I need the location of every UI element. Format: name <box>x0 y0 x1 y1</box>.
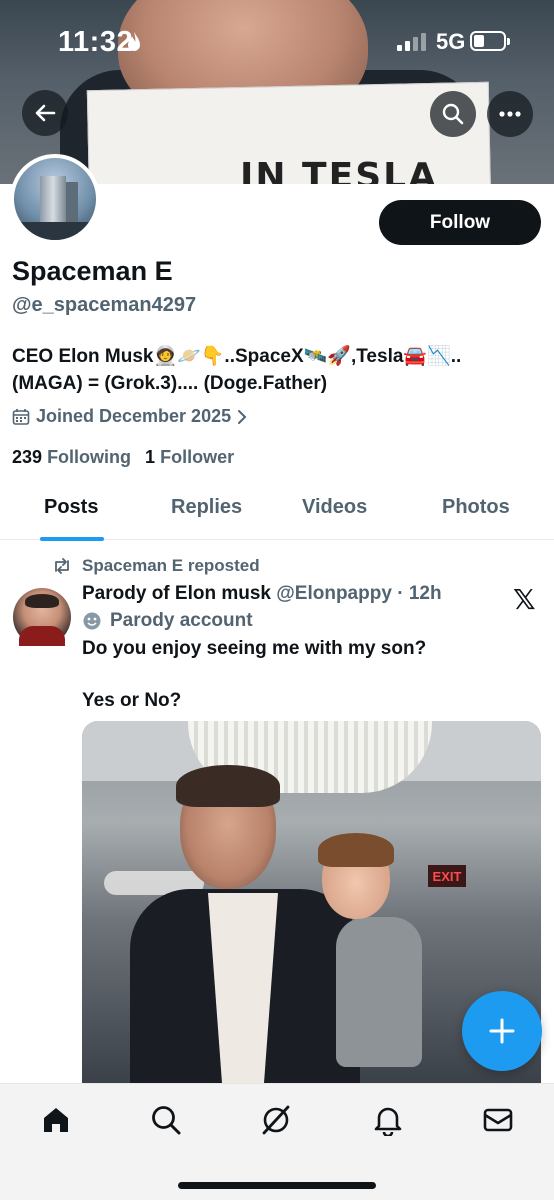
banner-sign-text: IN TESLA <box>240 156 438 184</box>
profile-name: Spaceman E <box>12 256 173 286</box>
nav-grok[interactable] <box>256 1100 296 1140</box>
tab-videos[interactable]: Videos <box>302 496 367 519</box>
home-icon <box>44 1108 68 1132</box>
joined-label: Joined December 2025 <box>36 406 232 426</box>
profile-handle: @e_spaceman4297 <box>12 294 197 316</box>
profile-avatar[interactable] <box>10 154 100 244</box>
status-bar: 11:32 5G <box>0 0 554 80</box>
tab-photos[interactable]: Photos <box>442 496 510 519</box>
signal-icon <box>397 33 426 51</box>
envelope-icon <box>483 1108 513 1132</box>
active-tab-indicator <box>40 537 104 541</box>
home-indicator <box>178 1182 376 1189</box>
following-count: 239 <box>12 447 43 467</box>
following-link[interactable]: 239 Following <box>12 447 131 468</box>
profile-tabs: Posts Replies Videos Photos <box>0 486 554 541</box>
parody-label: Parody account <box>110 610 253 631</box>
media-kid-body <box>336 917 422 1067</box>
media-kid-hair <box>318 833 394 867</box>
post-separator: · <box>397 583 404 604</box>
follow-button[interactable]: Follow <box>379 200 541 245</box>
bottom-nav <box>0 1083 554 1200</box>
followers-count: 1 <box>145 447 156 467</box>
status-time: 11:32 <box>58 26 134 58</box>
search-button[interactable] <box>430 91 476 137</box>
more-dots-icon <box>499 111 521 117</box>
grok-icon <box>262 1105 290 1135</box>
post-time[interactable]: 12h <box>409 583 442 604</box>
battery-icon <box>470 31 510 51</box>
parody-badge: Parody account <box>82 610 253 632</box>
search-icon <box>152 1106 181 1135</box>
avatar-body <box>19 626 65 646</box>
nav-home[interactable] <box>36 1100 76 1140</box>
more-button[interactable] <box>487 91 533 137</box>
post-author-avatar[interactable] <box>13 588 71 646</box>
repost-icon <box>55 558 69 574</box>
profile-bio: CEO Elon Musk🧑‍🚀🪐👇..SpaceX🛰️🚀,Tesla🚘📉.. … <box>12 346 462 394</box>
x-logo-icon[interactable]: 𝕏 <box>513 583 536 616</box>
followers-link[interactable]: 1 Follower <box>145 447 234 468</box>
media-man-hair <box>176 765 280 807</box>
calendar-icon <box>12 408 30 425</box>
following-label: Following <box>47 447 132 467</box>
post-text: Do you enjoy seeing me with my son? Yes … <box>82 638 427 711</box>
follow-counts: 239 Following 1 Follower <box>12 447 234 468</box>
avatar-ground <box>14 222 96 240</box>
activity-icon <box>126 31 142 58</box>
chevron-right-icon <box>238 409 247 424</box>
joined-date[interactable]: Joined December 2025 <box>12 406 247 427</box>
tab-replies[interactable]: Replies <box>171 496 242 519</box>
network-type: 5G <box>436 29 466 54</box>
post-author-handle[interactable]: @Elonpappy <box>276 583 392 604</box>
search-icon <box>442 103 464 125</box>
nav-notifications[interactable] <box>368 1100 408 1140</box>
back-button[interactable] <box>22 90 68 136</box>
repost-label: Spaceman E reposted <box>82 556 260 575</box>
nav-messages[interactable] <box>478 1100 518 1140</box>
compose-button[interactable] <box>462 991 542 1071</box>
avatar-hair <box>25 594 59 608</box>
plus-icon <box>489 1018 515 1044</box>
tab-posts[interactable]: Posts <box>44 496 98 519</box>
media-exit-sign: EXIT <box>428 865 466 887</box>
followers-label: Follower <box>160 447 235 467</box>
back-arrow-icon <box>35 104 56 122</box>
bell-icon <box>374 1107 402 1136</box>
repost-indicator[interactable]: Spaceman E reposted <box>52 556 260 576</box>
post-header: Parody of Elon musk @Elonpappy · 12h <box>82 583 442 605</box>
parody-mask-icon <box>83 612 101 630</box>
post-author-name[interactable]: Parody of Elon musk <box>82 583 271 604</box>
nav-search[interactable] <box>146 1100 186 1140</box>
